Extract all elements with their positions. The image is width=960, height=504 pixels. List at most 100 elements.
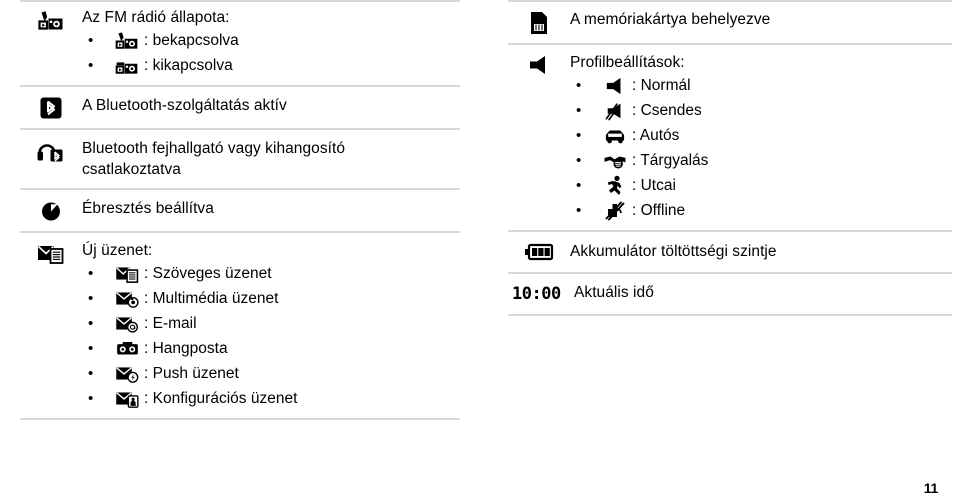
row-icon-cell: 10:00	[508, 282, 574, 304]
bullet-dot: •	[576, 77, 582, 94]
list-item: •	[570, 148, 952, 173]
running-person-icon	[600, 175, 630, 197]
list-item: • : Autós	[570, 123, 952, 148]
bullet-dot: •	[88, 32, 94, 49]
bullet-dot: •	[88, 315, 94, 332]
list-item-label: : Szöveges üzenet	[144, 265, 272, 282]
list-item-label: : Autós	[632, 127, 680, 144]
left-column: Az FM rádió állapota: •: bekapcsolva • …	[20, 0, 460, 420]
table-row: Profilbeállítások: • : Normál •: Csende…	[508, 45, 952, 230]
list-item-label: : E-mail	[144, 315, 197, 332]
memory-card-icon	[530, 11, 548, 35]
row-icon-cell	[20, 198, 82, 222]
fm-radio-on-icon	[112, 31, 142, 50]
row-title: A Bluetooth-szolgáltatás aktív	[82, 97, 287, 114]
right-column: A memóriakártya behelyezve Profilbeállít…	[508, 0, 952, 316]
bullet-dot: •	[88, 265, 94, 282]
bullet-dot: •	[88, 290, 94, 307]
bullet-dot: •	[88, 57, 94, 74]
row-title: Új üzenet:	[82, 242, 153, 259]
bullet-list: •: Szöveges üzenet •: Multimédia üzene…	[82, 261, 460, 411]
bullet-list: • : bekapcsolva •: kikapcsolva	[82, 28, 460, 78]
bullet-dot: •	[88, 340, 94, 357]
list-item: • : Normál	[570, 73, 952, 98]
fm-radio-icon	[38, 9, 64, 31]
bullet-dot: •	[576, 202, 582, 219]
list-item-label: : Normál	[632, 77, 691, 94]
list-item: • : bekapcsolva	[82, 28, 460, 53]
row-title: Akkumulátor töltöttségi szintje	[570, 243, 777, 260]
clock-time-glyph: 10:00	[512, 284, 561, 304]
row-body: A Bluetooth-szolgáltatás aktív	[82, 95, 460, 116]
list-item-label: : Csendes	[632, 102, 702, 119]
list-item-label: : Konfigurációs üzenet	[144, 390, 298, 407]
list-item-label: : Utcai	[632, 177, 676, 194]
table-row: Új üzenet: •: Szöveges üzenet •: Multi…	[20, 233, 460, 418]
handshake-icon	[600, 151, 630, 171]
offline-icon	[600, 200, 630, 221]
row-body: Profilbeállítások: • : Normál •: Csende…	[570, 52, 952, 223]
bullet-dot: •	[88, 365, 94, 382]
list-item: • : Hangposta	[82, 336, 460, 361]
row-body: Az FM rádió állapota: •: bekapcsolva • …	[82, 7, 460, 78]
list-item-label: : Push üzenet	[144, 365, 239, 382]
bullet-list: • : Normál •: Csendes •: Autós •: Tár…	[570, 73, 952, 223]
row-icon-cell	[20, 240, 82, 264]
row-body: Új üzenet: •: Szöveges üzenet •: Multi…	[82, 240, 460, 411]
list-item: • : Offline	[570, 198, 952, 223]
row-body: Akkumulátor töltöttségi szintje	[570, 241, 952, 262]
row-title: A memóriakártya behelyezve	[570, 11, 771, 28]
divider	[20, 418, 460, 420]
row-body: Ébresztés beállítva	[82, 198, 460, 219]
list-item: • : Multimédia üzenet	[82, 286, 460, 311]
list-item: • : Utcai	[570, 173, 952, 198]
car-icon	[600, 126, 630, 146]
row-body: A memóriakártya behelyezve	[570, 9, 952, 30]
bullet-dot: •	[576, 102, 582, 119]
manual-page: Az FM rádió állapota: •: bekapcsolva • …	[0, 0, 960, 504]
email-message-icon	[112, 314, 142, 333]
bullet-dot: •	[576, 152, 582, 169]
list-item-label: : Hangposta	[144, 340, 228, 357]
text-message-icon	[112, 264, 142, 283]
row-body: Aktuális idő	[574, 282, 952, 303]
bullet-dot: •	[576, 177, 582, 194]
bullet-dot: •	[576, 127, 582, 144]
row-icon-cell	[20, 7, 82, 31]
multimedia-message-icon	[112, 289, 142, 308]
row-icon-cell	[508, 241, 570, 261]
row-icon-cell	[508, 9, 570, 35]
speaker-mute-icon	[600, 101, 630, 121]
row-title: Bluetooth fejhallgató vagy kihangosító c…	[82, 140, 346, 178]
speaker-icon	[527, 54, 551, 76]
divider	[508, 314, 952, 316]
table-row: A Bluetooth-szolgáltatás aktív	[20, 87, 460, 128]
row-icon-cell	[20, 138, 82, 164]
list-item-label: : Offline	[632, 202, 686, 219]
fm-radio-off-icon	[112, 57, 142, 75]
bluetooth-active-icon	[40, 97, 62, 119]
list-item: • : Konfigurációs üzenet	[82, 386, 460, 411]
row-title: Profilbeállítások:	[570, 54, 685, 71]
list-item: •	[82, 261, 460, 286]
row-icon-cell	[508, 52, 570, 76]
battery-icon	[524, 243, 554, 261]
table-row: 10:00 Aktuális idő	[508, 274, 952, 314]
list-item-label: : Tárgyalás	[632, 152, 709, 169]
bluetooth-headset-icon	[36, 140, 66, 164]
push-message-icon	[112, 364, 142, 383]
table-row: Az FM rádió állapota: •: bekapcsolva • …	[20, 2, 460, 85]
list-item-label: : bekapcsolva	[144, 32, 239, 49]
configuration-message-icon	[112, 389, 142, 408]
table-row: A memóriakártya behelyezve	[508, 2, 952, 43]
bullet-dot: •	[88, 390, 94, 407]
speaker-icon	[600, 76, 630, 96]
voicemail-icon	[112, 339, 142, 358]
list-item: • : E-mail	[82, 311, 460, 336]
table-row: Ébresztés beállítva	[20, 190, 460, 231]
page-number: 11	[923, 480, 939, 496]
list-item: • : Push üzenet	[82, 361, 460, 386]
row-body: Bluetooth fejhallgató vagy kihangosító c…	[82, 138, 460, 180]
list-item-label: : Multimédia üzenet	[144, 290, 279, 307]
list-item-label: : kikapcsolva	[144, 57, 233, 74]
